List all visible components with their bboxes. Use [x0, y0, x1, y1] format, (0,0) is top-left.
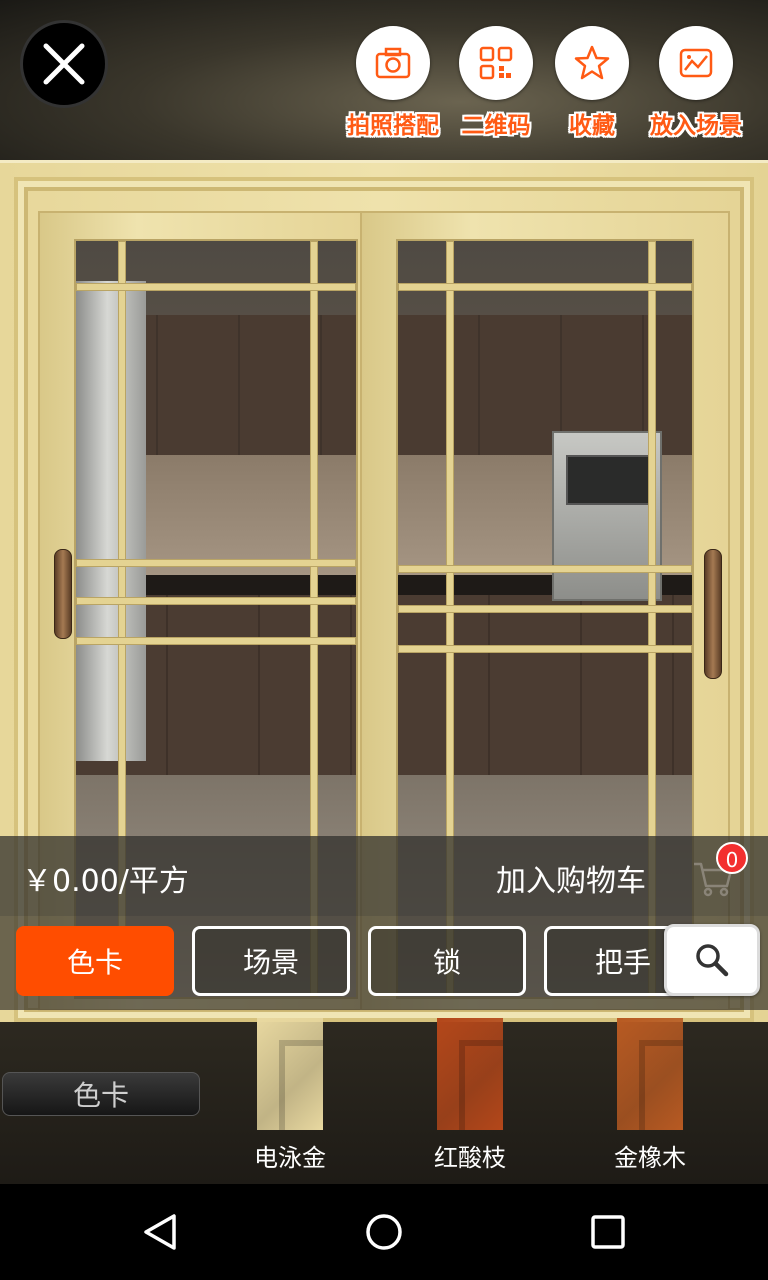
- option-tabs: 色卡 场景 锁 把手: [0, 916, 768, 1010]
- color-card-strip: 色卡 电泳金 红酸枝 金橡木: [0, 1010, 768, 1184]
- door-handle-right: [704, 549, 722, 679]
- recents-square-icon[interactable]: [588, 1212, 628, 1252]
- swatch-label: 电泳金: [254, 1144, 326, 1172]
- swatch-image: [257, 1018, 323, 1130]
- tab-scene[interactable]: 场景: [192, 926, 350, 996]
- tab-lock[interactable]: 锁: [368, 926, 526, 996]
- place-in-scene-label: 放入场景: [650, 113, 742, 139]
- tab-color-card[interactable]: 色卡: [16, 926, 174, 996]
- swatch-rosewood[interactable]: 红酸枝: [405, 1018, 535, 1173]
- place-in-scene-button[interactable]: 放入场景: [641, 26, 751, 142]
- price-text: ￥0.00/平方: [22, 864, 189, 899]
- swatch-image: [437, 1018, 503, 1130]
- favorite-label: 收藏: [569, 113, 615, 139]
- qr-code-label: 二维码: [461, 113, 531, 139]
- star-icon: [574, 45, 610, 80]
- camera-icon: [375, 47, 411, 79]
- system-navigation-bar: [0, 1184, 768, 1280]
- scene-image-icon: [679, 48, 713, 78]
- search-button[interactable]: [664, 924, 760, 996]
- swatch-electrophoresis-gold[interactable]: 电泳金: [225, 1018, 355, 1173]
- photo-match-button[interactable]: 拍照搭配: [338, 26, 448, 142]
- add-to-cart-button[interactable]: 加入购物车: [496, 856, 646, 900]
- swatch-label: 金橡木: [614, 1144, 686, 1172]
- search-icon: [696, 944, 729, 977]
- cart-count-badge: 0: [716, 842, 748, 874]
- door-handle-left: [54, 549, 72, 639]
- home-circle-icon[interactable]: [364, 1212, 404, 1252]
- qr-code-icon: [479, 46, 513, 80]
- close-icon: [43, 43, 85, 85]
- color-card-title: 色卡: [2, 1072, 200, 1116]
- back-triangle-icon[interactable]: [140, 1212, 180, 1252]
- swatch-image: [617, 1018, 683, 1130]
- swatch-golden-oak[interactable]: 金橡木: [585, 1018, 715, 1173]
- close-button[interactable]: [20, 20, 108, 108]
- price-bar: ￥0.00/平方 加入购物车: [0, 836, 768, 916]
- swatch-label: 红酸枝: [434, 1144, 506, 1172]
- photo-match-label: 拍照搭配: [347, 113, 439, 139]
- qr-code-button[interactable]: 二维码: [441, 26, 551, 142]
- favorite-button[interactable]: 收藏: [537, 26, 647, 142]
